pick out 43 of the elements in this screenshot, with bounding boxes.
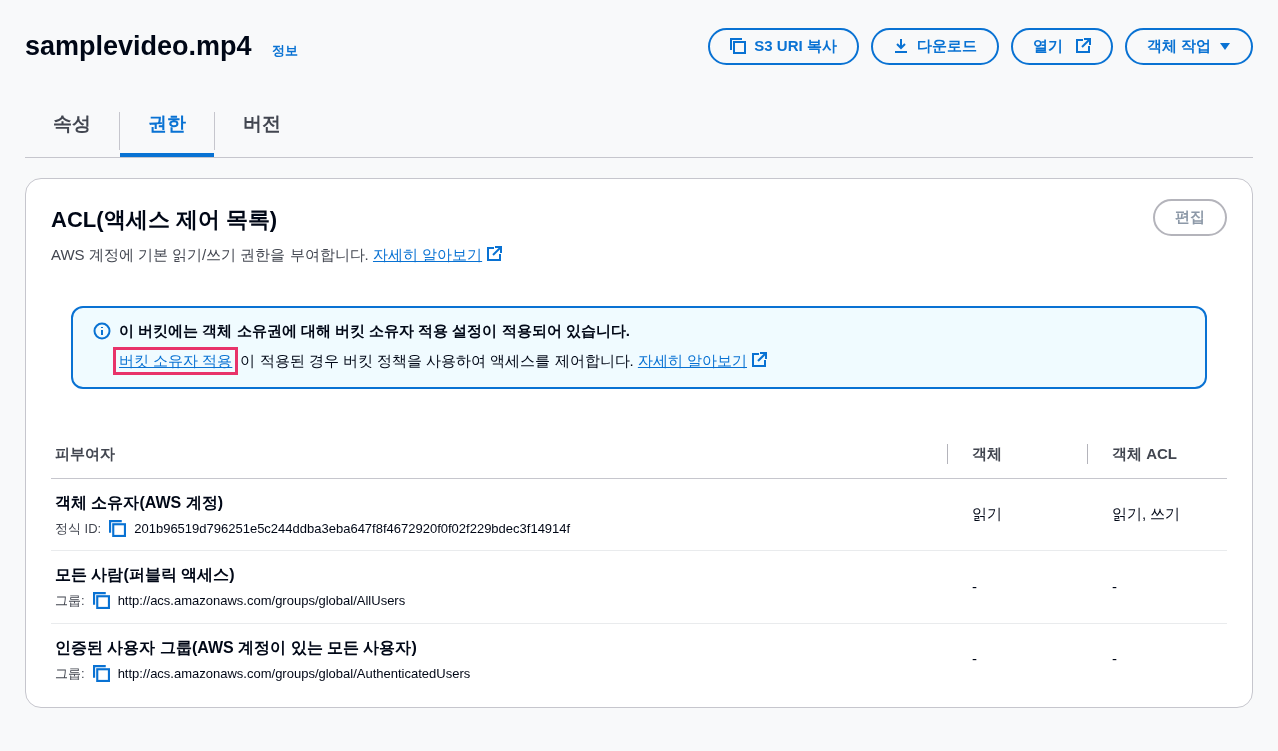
table-cell: - <box>1112 650 1117 667</box>
id-label: 그룹: <box>55 664 85 683</box>
column-header: 객체 <box>972 444 1002 464</box>
alert-heading: 이 버킷에는 객체 소유권에 대해 버킷 소유자 적용 설정이 적용되어 있습니다. <box>119 321 631 341</box>
copy-icon[interactable] <box>730 38 747 55</box>
tab[interactable]: 속성 <box>25 104 119 157</box>
table-cell: - <box>1112 577 1117 595</box>
external-link-icon <box>751 351 768 368</box>
id-label: 그룹: <box>55 592 85 610</box>
external-link-icon <box>1074 38 1091 55</box>
learn-more-link[interactable]: 자세히 알아보기 <box>372 245 503 263</box>
table-cell: 읽기 <box>972 505 1002 522</box>
tab[interactable]: 권한 <box>120 104 214 157</box>
learn-more-link[interactable]: 자세히 알아보기 <box>637 351 768 369</box>
download-icon <box>892 38 909 55</box>
table-cell: 읽기, 쓰기 <box>1112 505 1181 522</box>
id-value: 201b96519d796251e5c244ddba3eba647f8f4672920f0f02f229bdec3f14914f <box>134 519 571 538</box>
external-link-icon <box>486 245 503 262</box>
column-header: 객체 ACL <box>1112 444 1177 464</box>
copy-icon[interactable] <box>92 664 110 682</box>
panel-description: AWS 계정에 기본 읽기/쓰기 권한을 부여합니다. 자세히 알아보기 <box>51 243 503 266</box>
table-cell: - <box>972 650 977 667</box>
copy-icon[interactable] <box>109 519 127 537</box>
column-header: 피부여자 <box>55 444 115 464</box>
grantee-name: 인증된 사용자 그룹(AWS 계정이 있는 모든 사용자) <box>55 637 418 658</box>
alert-text: 버킷 소유자 적용 이 적용된 경우 버킷 정책을 사용하여 액세스를 제어합니다. 자세히 알아보기 <box>119 346 768 375</box>
grantee-name: 모든 사람(퍼블릭 액세스) <box>55 565 236 585</box>
tab[interactable]: 버전 <box>215 104 309 157</box>
grantee-name: 객체 소유자(AWS 계정) <box>55 492 224 513</box>
header-button[interactable]: 객체 작업 <box>1124 27 1253 65</box>
bucket-owner-enforced-link[interactable]: 버킷 소유자 적용 <box>119 351 233 369</box>
panel-title: ACL(액세스 제어 목록) <box>51 205 279 234</box>
id-value: http://acs.amazonaws.com/groups/global/AuthenticatedUsers <box>117 664 471 683</box>
header-button[interactable]: S3 URI 복사 <box>708 27 859 65</box>
id-value: http://acs.amazonaws.com/groups/global/AllUsers <box>117 592 406 610</box>
copy-icon[interactable] <box>92 592 110 610</box>
info-icon <box>93 322 111 340</box>
table-cell: - <box>972 577 977 595</box>
header-button[interactable]: 열기 <box>1010 27 1113 65</box>
id-label: 정식 ID: <box>55 519 102 538</box>
header-button[interactable]: 다운로드 <box>870 27 999 65</box>
page-title: samplevideo.mp4 <box>25 30 252 63</box>
info-link[interactable]: 정보 <box>271 41 298 61</box>
